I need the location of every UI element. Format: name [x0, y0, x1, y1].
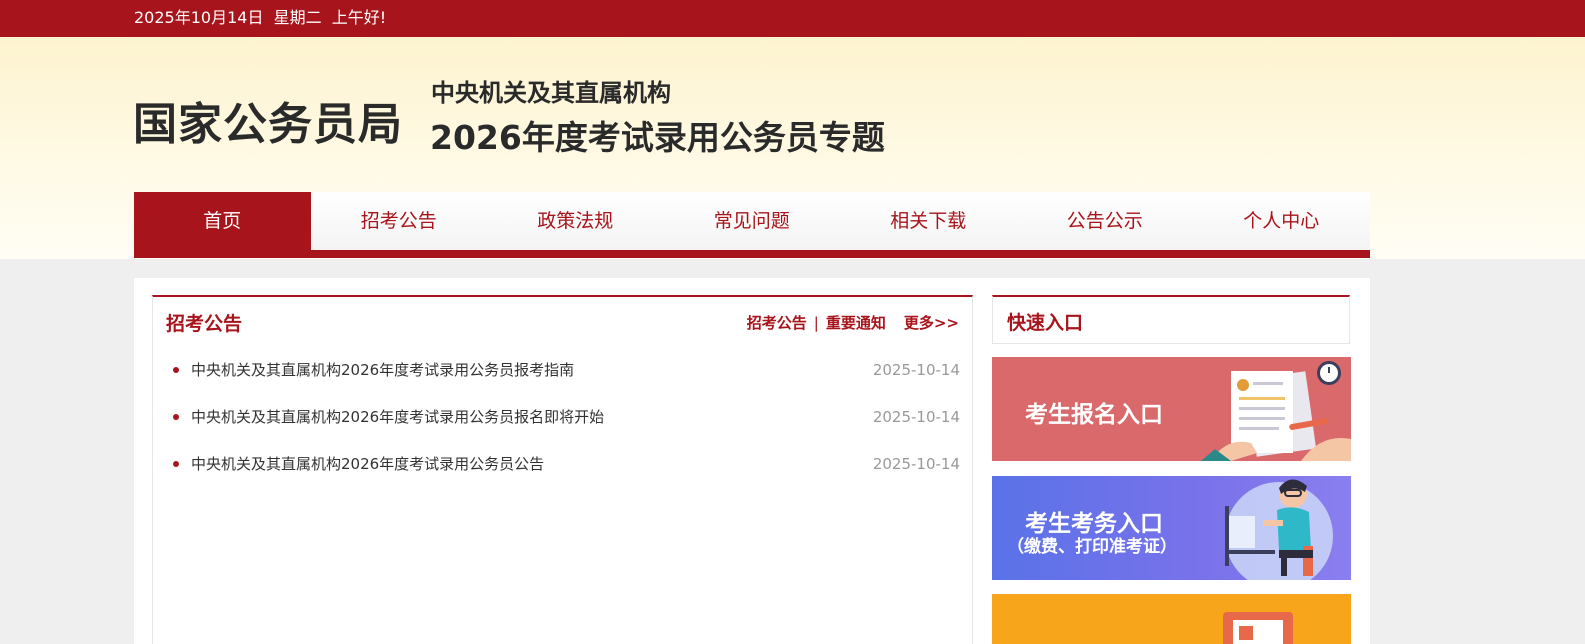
exam-services-entry-button[interactable]: 考生考务入口 （缴费、打印准考证） — [992, 476, 1351, 580]
panel-title: 招考公告 — [166, 313, 243, 335]
site-subtitle: 中央机关及其直属机构 — [431, 79, 671, 107]
third-entry-button[interactable] — [992, 594, 1351, 644]
bullet-icon — [173, 461, 179, 467]
announcements-panel: 招考公告 招考公告 | 重要通知 更多>> 中央机关及其直属机构2026年度考试… — [152, 295, 973, 644]
news-date: 2025-10-14 — [872, 361, 960, 379]
entry-sublabel: （缴费、打印准考证） — [1007, 537, 1177, 557]
site-title: 2026年度考试录用公务员专题 — [430, 118, 885, 157]
org-logo-text[interactable]: 国家公务员局 — [133, 88, 403, 152]
nav-item-downloads[interactable]: 相关下载 — [840, 192, 1017, 250]
registration-entry-button[interactable]: 考生报名入口 — [992, 357, 1351, 461]
main-nav: 首页 招考公告 政策法规 常见问题 相关下载 公告公示 个人中心 — [134, 192, 1370, 258]
news-title[interactable]: 中央机关及其直属机构2026年度考试录用公务员公告 — [191, 455, 544, 473]
nav-item-personal-center[interactable]: 个人中心 — [1193, 192, 1370, 250]
quick-entry-title: 快速入口 — [1007, 312, 1084, 334]
document-icon — [1223, 612, 1293, 644]
computer-user-icon — [1225, 479, 1333, 580]
nav-item-announcements[interactable]: 公告公示 — [1017, 192, 1194, 250]
application-form-icon — [1201, 361, 1351, 461]
quick-entry-header: 快速入口 — [992, 295, 1350, 344]
nav-item-recruitment-notices[interactable]: 招考公告 — [311, 192, 488, 250]
list-item[interactable]: 中央机关及其直属机构2026年度考试录用公务员公告 2025-10-14 — [153, 449, 972, 496]
nav-item-policies[interactable]: 政策法规 — [487, 192, 664, 250]
bullet-icon — [173, 414, 179, 420]
top-bar: 2025年10月14日 星期二 上午好! — [0, 0, 1585, 37]
date-greeting: 2025年10月14日 星期二 上午好! — [134, 8, 387, 27]
entry-label: 考生报名入口 — [1025, 402, 1163, 428]
bullet-icon — [173, 367, 179, 373]
nav-item-home[interactable]: 首页 — [134, 192, 311, 250]
list-item[interactable]: 中央机关及其直属机构2026年度考试录用公务员报考指南 2025-10-14 — [153, 355, 972, 402]
news-title[interactable]: 中央机关及其直属机构2026年度考试录用公务员报考指南 — [191, 361, 574, 379]
news-date: 2025-10-14 — [872, 408, 960, 426]
notices-link[interactable]: 招考公告 — [747, 312, 807, 333]
news-title[interactable]: 中央机关及其直属机构2026年度考试录用公务员报名即将开始 — [191, 408, 604, 426]
panel-links: 招考公告 | 重要通知 更多>> — [747, 312, 959, 333]
link-separator: | — [813, 313, 819, 332]
nav-item-faq[interactable]: 常见问题 — [664, 192, 841, 250]
important-notices-link[interactable]: 重要通知 — [826, 312, 886, 333]
more-link[interactable]: 更多>> — [904, 312, 959, 333]
list-item[interactable]: 中央机关及其直属机构2026年度考试录用公务员报名即将开始 2025-10-14 — [153, 402, 972, 449]
news-date: 2025-10-14 — [872, 455, 960, 473]
news-list: 中央机关及其直属机构2026年度考试录用公务员报考指南 2025-10-14 中… — [153, 355, 972, 496]
